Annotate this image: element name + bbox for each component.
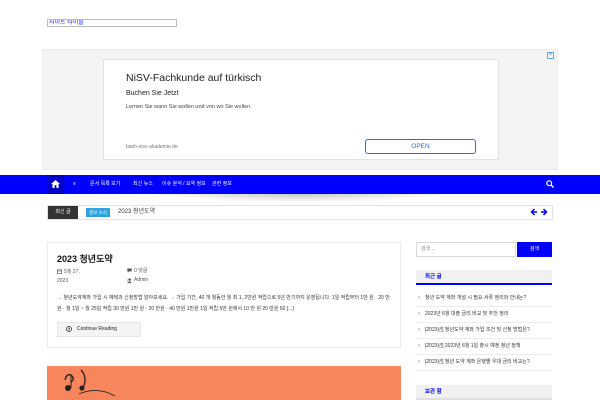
post-card: 2023 청년도약 5월 27, 2023 Admin 0 댓글 의 → 청년도… — [47, 242, 401, 348]
ticker-post-link[interactable]: 2023 청년도약 — [118, 206, 155, 219]
ad-open-button[interactable]: OPEN — [365, 139, 476, 154]
news-ticker: 최신 글 정보 소식 2023 청년도약 — [47, 205, 553, 220]
sidebar-search-input[interactable]: 검색 ... — [416, 242, 516, 257]
recent-posts-list: › 청년 도약 계좌 개설 시 필요 서류 정리와 안내는? › 2023년 6월 … — [416, 291, 552, 371]
ad-close-icon[interactable]: × — [547, 52, 554, 59]
list-item[interactable]: › [2023년] 청년도약 계좌 가입 조건 및 신청 방법은? — [416, 323, 552, 339]
chevron-right-icon: › — [418, 327, 420, 333]
archives-title: 보관 함 — [416, 385, 552, 400]
advertisement: × NiSV-Fachkunde auf türkisch Buchen Sie… — [42, 49, 558, 170]
search-icon[interactable] — [546, 180, 554, 188]
arrow-left-icon[interactable] — [530, 208, 538, 216]
ticker-label: 최신 글 — [48, 206, 78, 219]
chevron-right-icon: › — [418, 295, 420, 301]
nav-item-news[interactable]: 최신 뉴스 — [133, 175, 153, 194]
calendar-icon — [57, 269, 62, 274]
home-icon — [51, 180, 60, 188]
post-title[interactable]: 2023 청년도약 — [57, 252, 113, 265]
sidebar-search-button[interactable]: 검색 — [517, 242, 552, 257]
list-item[interactable]: › [2023년] 청년 도약 계좌 은행별 우대 금리 비교는? — [416, 355, 552, 371]
ad-subtitle: Buchen Sie Jetzt — [126, 90, 179, 97]
ticker-category-badge[interactable]: 정보 소식 — [86, 208, 110, 217]
post-date-year[interactable]: 2023 — [57, 278, 68, 284]
nav-item-related[interactable]: 관련 정보 — [212, 175, 232, 194]
post-comments-suffix: 의 — [127, 279, 132, 285]
post-featured-image[interactable] — [47, 366, 401, 400]
post-date[interactable]: 5월 27, — [64, 268, 80, 275]
comment-icon — [127, 268, 132, 273]
list-item[interactable]: › 2023년 6월 대출 금리 비교 및 추천 정리 — [416, 307, 552, 323]
chevron-right-icon: › — [418, 359, 420, 365]
nav-home-button[interactable] — [47, 175, 64, 194]
recent-posts-title: 최근 글 — [416, 270, 552, 285]
chevron-right-icon: › — [418, 343, 420, 349]
post-comments[interactable]: 0 댓글 — [134, 267, 147, 274]
continue-reading-button[interactable]: Continue Reading — [57, 322, 141, 337]
chevron-right-icon: › — [418, 311, 420, 317]
post-author[interactable]: Admin — [134, 277, 148, 283]
ad-domain: bash-nisv-akademie.de — [126, 144, 178, 150]
nav-item-menu[interactable]: ≡ — [73, 175, 76, 194]
music-note-image — [64, 369, 116, 397]
list-item[interactable]: › [2023년] 2023년 6월 1일 출시 예정 청년 정책 — [416, 339, 552, 355]
nav-shadow — [160, 194, 440, 202]
arrow-right-icon[interactable] — [540, 208, 548, 216]
main-nav: ≡ 문서 목록 보기 최신 뉴스 이슈 분석 / 요약 정보 관련 정보 — [0, 175, 600, 194]
ad-title[interactable]: NiSV-Fachkunde auf türkisch — [126, 72, 261, 84]
post-excerpt: → 청년도약계좌 가입 시 혜택과 신청방법 알아보세요. → 가입 기간, 4… — [57, 295, 390, 312]
nav-item-documents[interactable]: 문서 목록 보기 — [90, 175, 120, 194]
nav-item-analysis[interactable]: 이슈 분석 / 요약 정보 — [162, 175, 206, 194]
list-item[interactable]: › 청년 도약 계좌 개설 시 필요 서류 정리와 안내는? — [416, 291, 552, 307]
continue-reading-label: Continue Reading — [77, 326, 118, 332]
ad-description: Lernen Sie wann Sie wollen und von wo Si… — [126, 104, 252, 110]
ad-card[interactable]: NiSV-Fachkunde auf türkisch Buchen Sie J… — [103, 59, 499, 160]
arrow-circle-icon — [66, 326, 72, 332]
site-title[interactable]: 사이트 타이틀 — [47, 19, 177, 27]
